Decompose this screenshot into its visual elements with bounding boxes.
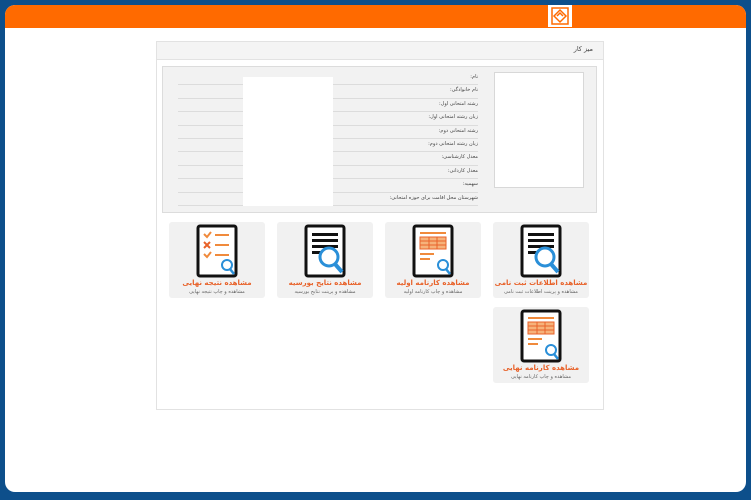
card-subtitle: مشاهده و پرینت اطلاعات ثبت نامی: [503, 289, 578, 295]
document-search-icon: [304, 224, 346, 278]
info-label-lang2: زبان رشته امتحانی دوم:: [428, 140, 478, 147]
card-subtitle: مشاهده و چاپ نتیجه نهایی: [189, 289, 245, 295]
card-subtitle: مشاهده و پرینت نتایج بورسیه: [294, 289, 356, 295]
info-label-family: نام خانوادگی:: [449, 87, 478, 94]
info-values-block: [243, 77, 333, 206]
info-label-quota: سهمیه:: [462, 181, 478, 188]
info-label-name: نام:: [470, 74, 478, 80]
info-label-city: شهرستان محل اقامت برای حوزه امتحانی:: [389, 194, 478, 201]
info-label-bachelor-gpa: معدل کارشناسی:: [441, 154, 478, 161]
info-label-major2: رشته امتحانی دوم:: [438, 127, 478, 134]
info-rows: نام: نام خانوادگی: رشته امتحانی اول: زبا…: [178, 72, 478, 206]
applicant-info-box: نام: نام خانوادگی: رشته امتحانی اول: زبا…: [162, 66, 597, 213]
info-label-lang1: زبان رشته امتحانی اول:: [428, 114, 478, 121]
card-initial-report[interactable]: مشاهده کارنامه اولیه مشاهده و چاپ کارنام…: [385, 222, 481, 298]
document-search-icon: [520, 224, 562, 278]
info-label-associate-gpa: معدل کاردانی:: [447, 167, 478, 174]
card-final-report[interactable]: مشاهده کارنامه نهایی مشاهده و چاپ کارنام…: [493, 307, 589, 383]
card-title: مشاهده نتیجه نهایی: [182, 279, 252, 287]
card-scholarship-results[interactable]: مشاهده نتایج بورسیه مشاهده و پرینت نتایج…: [277, 222, 373, 298]
card-subtitle: مشاهده و چاپ کارنامه اولیه: [403, 289, 463, 295]
report-card-icon: [520, 309, 562, 363]
card-registration-info[interactable]: مشاهده اطلاعات ثبت نامی مشاهده و پرینت ا…: [493, 222, 589, 298]
card-title: مشاهده نتایج بورسیه: [288, 279, 362, 287]
card-title: مشاهده اطلاعات ثبت نامی: [494, 279, 588, 287]
applicant-photo: [494, 72, 584, 188]
panel-title: میز کار: [573, 45, 593, 53]
card-title: مشاهده کارنامه اولیه: [396, 279, 470, 287]
report-card-icon: [412, 224, 454, 278]
info-label-major1: رشته امتحانی اول:: [439, 100, 478, 107]
logo-icon[interactable]: [547, 5, 573, 28]
checklist-icon: [196, 224, 238, 278]
top-bar: [5, 5, 746, 28]
card-final-result[interactable]: مشاهده نتیجه نهایی مشاهده و چاپ نتیجه نه…: [169, 222, 265, 298]
desk-panel: میز کار نام: نام خانوادگی: رشته امتحانی …: [156, 41, 604, 410]
app-frame: میز کار نام: نام خانوادگی: رشته امتحانی …: [5, 5, 746, 492]
card-title: مشاهده کارنامه نهایی: [502, 364, 580, 372]
card-subtitle: مشاهده و چاپ کارنامه نهایی: [510, 374, 571, 380]
panel-header: میز کار: [157, 42, 603, 60]
